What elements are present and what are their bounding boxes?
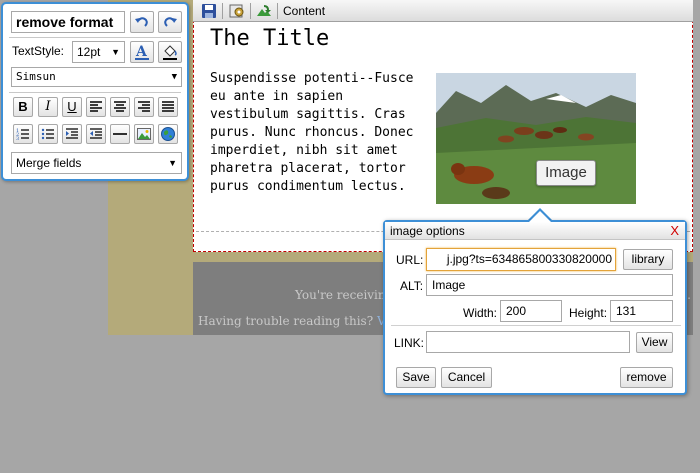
horizontal-rule-button[interactable] bbox=[110, 124, 130, 144]
align-left-button[interactable] bbox=[86, 97, 106, 117]
body-line: purus. Nunc rhoncus. Donec bbox=[210, 125, 414, 140]
image-options-dialog: image options X URL: j.jpg?ts=6348658003… bbox=[383, 220, 687, 395]
ordered-list-icon: 123 bbox=[16, 128, 29, 142]
chevron-down-icon: ▼ bbox=[168, 158, 177, 168]
preview-icon[interactable] bbox=[256, 3, 272, 19]
merge-fields-select[interactable]: Merge fields ▼ bbox=[11, 152, 182, 174]
remove-button[interactable]: remove bbox=[620, 367, 673, 388]
height-label: Height: bbox=[569, 306, 608, 320]
width-input[interactable]: 200 bbox=[500, 300, 562, 322]
unordered-list-button[interactable] bbox=[38, 124, 58, 144]
url-label: URL: bbox=[396, 253, 424, 267]
text-color-button[interactable]: A bbox=[130, 41, 154, 63]
url-input[interactable]: j.jpg?ts=634865800330820000 bbox=[426, 248, 616, 271]
toolbar-separator bbox=[222, 3, 223, 19]
separator bbox=[9, 92, 181, 93]
outdent-button[interactable] bbox=[86, 124, 106, 144]
separator bbox=[9, 37, 181, 38]
body-line: Suspendisse potenti--Fusce bbox=[210, 71, 414, 86]
redo-button[interactable] bbox=[158, 11, 182, 33]
bold-button[interactable]: B bbox=[13, 97, 33, 117]
outdent-icon bbox=[90, 128, 102, 139]
toolbar-separator bbox=[250, 3, 251, 19]
font-size-select[interactable]: 12pt ▼ bbox=[72, 41, 125, 63]
align-justify-button[interactable] bbox=[158, 97, 178, 117]
italic-button[interactable]: I bbox=[38, 97, 58, 117]
save-button[interactable]: Save bbox=[396, 367, 436, 388]
remove-format-button[interactable]: remove format bbox=[11, 11, 125, 33]
height-input[interactable]: 131 bbox=[610, 300, 673, 322]
chevron-down-icon: ▼ bbox=[111, 47, 120, 57]
view-button[interactable]: View bbox=[636, 332, 673, 353]
underline-button[interactable]: U bbox=[62, 97, 82, 117]
body-line: purus condimentum lectus. bbox=[210, 179, 406, 194]
undo-icon bbox=[135, 17, 148, 27]
textstyle-label: TextStyle: bbox=[12, 44, 65, 58]
alt-label: ALT: bbox=[400, 279, 424, 293]
insert-image-button[interactable] bbox=[134, 124, 154, 144]
redo-icon bbox=[164, 17, 177, 27]
body-line: vestibulum sagittis. Cras bbox=[210, 107, 406, 122]
insert-link-button[interactable] bbox=[158, 124, 178, 144]
align-right-button[interactable] bbox=[134, 97, 154, 117]
dialog-title: image options bbox=[390, 224, 465, 238]
dialog-pointer-inner bbox=[529, 211, 551, 222]
background-color-button[interactable] bbox=[158, 41, 182, 63]
dialog-header: image options X bbox=[385, 222, 685, 240]
content-tab[interactable]: Content bbox=[283, 4, 325, 18]
font-family-select[interactable]: Simsun ▼ bbox=[11, 67, 182, 87]
align-center-icon bbox=[114, 101, 126, 112]
settings-icon[interactable] bbox=[229, 3, 245, 19]
indent-button[interactable] bbox=[62, 124, 82, 144]
document-body[interactable]: Suspendisse potenti--Fusce eu ante in sa… bbox=[210, 70, 425, 196]
canvas-toolbar: Content bbox=[193, 0, 693, 22]
document-title[interactable]: The Title bbox=[210, 26, 329, 51]
svg-text:3: 3 bbox=[16, 136, 19, 141]
body-line: eu ante in sapien bbox=[210, 89, 344, 104]
body-line: pharetra placerat, tortor bbox=[210, 161, 406, 176]
format-toolbar: remove format TextStyle: 12pt ▼ A Simsun ▼… bbox=[1, 2, 189, 181]
body-line: imperdiet, nibh sit amet bbox=[210, 143, 398, 158]
save-icon[interactable] bbox=[201, 3, 217, 19]
link-label: LINK: bbox=[394, 336, 425, 350]
toolbar-separator bbox=[277, 3, 278, 19]
cancel-button[interactable]: Cancel bbox=[441, 367, 492, 388]
globe-icon bbox=[161, 127, 175, 141]
undo-button[interactable] bbox=[130, 11, 154, 33]
close-button[interactable]: X bbox=[670, 223, 679, 238]
align-center-button[interactable] bbox=[110, 97, 130, 117]
paint-bucket-icon bbox=[163, 45, 177, 60]
indent-icon bbox=[66, 128, 78, 139]
image-tooltip: Image bbox=[536, 160, 596, 186]
width-label: Width: bbox=[463, 306, 498, 320]
align-left-icon bbox=[90, 101, 102, 112]
font-color-icon: A bbox=[135, 44, 149, 60]
ordered-list-button[interactable]: 123 bbox=[13, 124, 33, 144]
image-icon bbox=[137, 128, 151, 140]
separator bbox=[391, 325, 681, 326]
alt-input[interactable]: Image bbox=[426, 274, 673, 296]
align-justify-icon bbox=[162, 101, 174, 112]
library-button[interactable]: library bbox=[623, 249, 673, 270]
svg-text:A: A bbox=[135, 44, 148, 60]
bullet-list-icon bbox=[41, 128, 54, 140]
link-input[interactable] bbox=[426, 331, 630, 353]
chevron-down-icon: ▼ bbox=[171, 72, 177, 82]
align-right-icon bbox=[138, 101, 150, 112]
horizontal-rule-icon bbox=[113, 133, 127, 135]
footer-unsubscribe-text: You're receivin bbox=[295, 288, 386, 302]
footer-trouble-text: Having trouble reading this? Vi bbox=[198, 314, 389, 328]
